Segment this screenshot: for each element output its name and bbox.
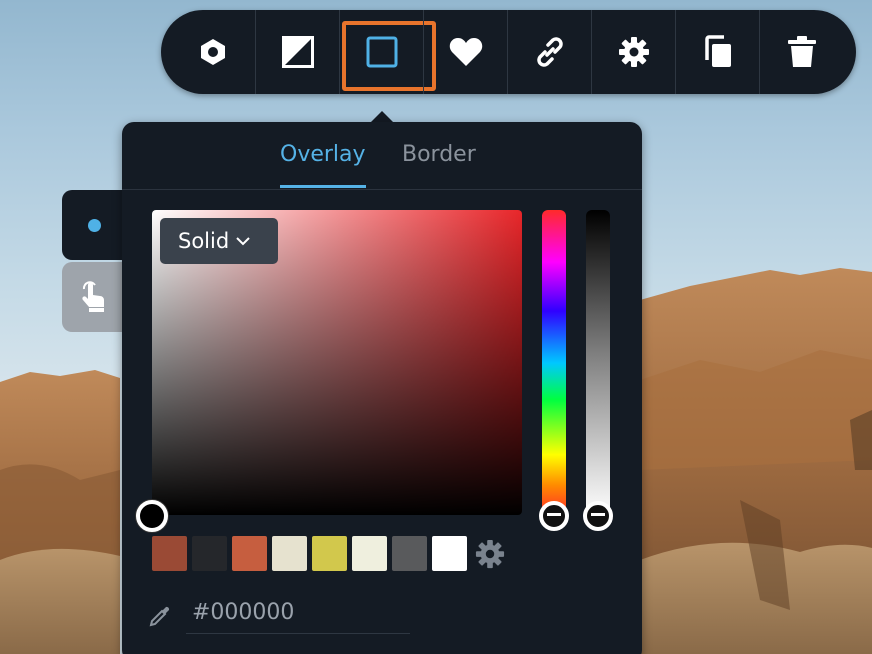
fill-mode-label: Solid <box>178 229 230 253</box>
link-icon <box>536 37 563 67</box>
favorite-button[interactable] <box>423 10 507 94</box>
color-picker-panel: Overlay Border Solid <box>122 122 642 654</box>
color-swatch[interactable] <box>392 536 427 571</box>
fill-mode-dropdown[interactable]: Solid <box>160 218 278 264</box>
saturation-value-handle[interactable] <box>136 500 168 532</box>
element-toolbar <box>161 10 856 94</box>
hexagon-nut-icon <box>201 39 225 65</box>
hex-color-input[interactable] <box>186 592 410 634</box>
heart-icon <box>449 38 482 66</box>
copy-icon <box>704 35 731 67</box>
color-swatch[interactable] <box>192 536 227 571</box>
color-swatch[interactable] <box>152 536 187 571</box>
panel-tabs: Overlay Border <box>122 122 642 190</box>
eyedropper-icon[interactable] <box>148 604 172 628</box>
overlay-border-tool-button[interactable] <box>339 10 436 94</box>
interaction-mode-tab[interactable] <box>62 262 126 332</box>
tab-overlay[interactable]: Overlay <box>280 142 366 188</box>
hue-slider[interactable] <box>542 210 566 516</box>
trash-icon <box>787 36 816 67</box>
color-swatch[interactable] <box>352 536 387 571</box>
preset-swatches <box>152 536 467 571</box>
color-swatch[interactable] <box>432 536 467 571</box>
square-outline-icon <box>366 36 397 68</box>
delete-button[interactable] <box>759 10 843 94</box>
color-mode-tab[interactable] <box>62 190 126 260</box>
link-button[interactable] <box>507 10 591 94</box>
hand-pointer-icon <box>82 281 104 312</box>
tab-border[interactable]: Border <box>402 142 476 188</box>
opacity-slider[interactable] <box>586 210 610 516</box>
color-swatch[interactable] <box>312 536 347 571</box>
color-swatch[interactable] <box>272 536 307 571</box>
color-swatch[interactable] <box>232 536 267 571</box>
hue-slider-handle[interactable] <box>539 501 569 531</box>
swatch-settings-icon[interactable] <box>475 539 505 569</box>
opacity-slider-handle[interactable] <box>583 501 613 531</box>
hex-row <box>148 592 418 638</box>
settings-button[interactable] <box>591 10 675 94</box>
opacity-tool-button[interactable] <box>255 10 339 94</box>
dot-icon <box>87 218 101 232</box>
diagonal-square-icon <box>281 36 314 68</box>
duplicate-button[interactable] <box>675 10 759 94</box>
gear-icon <box>618 37 649 67</box>
nut-tool-button[interactable] <box>171 10 255 94</box>
chevron-down-icon <box>236 237 250 246</box>
